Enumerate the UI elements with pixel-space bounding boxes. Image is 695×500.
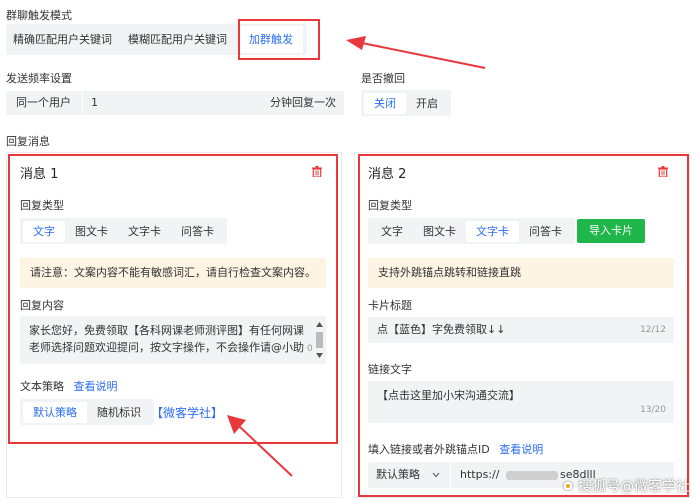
strategy-select[interactable]: 默认策略 xyxy=(376,462,420,488)
message-1-title: 消息 1 xyxy=(20,167,59,182)
message-1-content-counter: 0 xyxy=(307,344,313,354)
trigger-mode-fuzzy[interactable]: 模糊匹配用户关键词 xyxy=(120,24,235,55)
frequency-unit: 分钟回复一次 xyxy=(270,96,336,109)
frequency-scope[interactable]: 同一个用户 xyxy=(16,91,71,115)
message-2-type-text[interactable]: 文字 xyxy=(371,221,413,242)
message-1-tag[interactable]: 【微客学社】 xyxy=(151,404,223,421)
card-title-label: 卡片标题 xyxy=(368,299,412,312)
blurred-url-segment xyxy=(506,471,558,480)
message-1-type-text[interactable]: 文字 xyxy=(23,220,65,242)
message-2-reply-type-label: 回复类型 xyxy=(368,199,412,212)
reply-messages-label: 回复消息 xyxy=(6,135,50,148)
message-1-type-text-card[interactable]: 文字卡 xyxy=(118,221,171,242)
message-1-content-label: 回复内容 xyxy=(20,299,64,312)
message-1-strategy-label: 文本策略 查看说明 xyxy=(20,378,118,394)
message-2-type-image-card[interactable]: 图文卡 xyxy=(413,221,466,242)
message-1-delete-icon[interactable] xyxy=(312,166,322,177)
message-1-type-image-card[interactable]: 图文卡 xyxy=(65,221,118,242)
message-1-type-qa-card[interactable]: 问答卡 xyxy=(171,221,224,242)
message-1-strategy-help-link[interactable]: 查看说明 xyxy=(74,380,118,393)
watermark-text: 搜狐号@微客学社 xyxy=(578,479,690,495)
recall-off[interactable]: 关闭 xyxy=(364,92,406,114)
chevron-down-icon[interactable] xyxy=(432,472,440,478)
message-2-type-segment: 文字 图文卡 文字卡 问答卡 xyxy=(368,218,575,244)
message-2-title: 消息 2 xyxy=(368,167,407,182)
link-id-divider xyxy=(450,462,451,488)
message-2-type-qa-card[interactable]: 问答卡 xyxy=(519,221,572,242)
recall-segment: 关闭 开启 xyxy=(361,90,451,116)
sohu-logo-icon xyxy=(562,480,574,492)
message-1-content-textarea[interactable]: 家长您好，免费领取【各科网课老师测评图】有任何网课 老师选择问题欢迎提问，按文字… xyxy=(20,316,326,364)
message-1-strategy-random[interactable]: 随机标识 xyxy=(87,402,151,423)
link-id-label-row: 填入链接或者外跳锚点ID 查看说明 xyxy=(368,441,543,457)
message-1-type-segment: 文字 图文卡 文字卡 问答卡 xyxy=(20,218,227,244)
message-1-content-line-1: 家长您好，免费领取【各科网课老师测评图】有任何网课 xyxy=(29,324,304,337)
link-id-help-link[interactable]: 查看说明 xyxy=(499,443,543,456)
link-text-value: 【点击这里加小宋沟通交流】 xyxy=(377,389,520,402)
recall-label: 是否撤回 xyxy=(361,72,405,85)
message-1-strategy-label-text: 文本策略 xyxy=(20,380,64,393)
link-text-label: 链接文字 xyxy=(368,363,412,376)
message-1-content-scrollbar[interactable] xyxy=(315,320,324,360)
annotation-arrow-top xyxy=(346,36,486,69)
link-text-textarea[interactable]: 【点击这里加小宋沟通交流】 13/20 xyxy=(368,381,674,423)
message-1-notice: 请注意：文案内容不能有敏感词汇，请自行检查文案内容。 xyxy=(20,258,326,288)
import-card-button[interactable]: 导入卡片 xyxy=(577,219,645,243)
trigger-mode-label: 群聊触发模式 xyxy=(6,9,72,22)
url-prefix[interactable]: https:// xyxy=(460,462,499,488)
message-1-strategy-segment: 默认策略 随机标识 xyxy=(20,399,154,425)
frequency-label: 发送频率设置 xyxy=(6,72,72,85)
frequency-value-input[interactable]: 1 xyxy=(82,91,258,115)
card-title-input[interactable]: 点【蓝色】字免费领取↓↓ 12/12 xyxy=(368,317,674,343)
message-2-delete-icon[interactable] xyxy=(658,166,668,177)
link-text-counter: 13/20 xyxy=(640,405,666,415)
annotation-box-trigger xyxy=(238,19,320,60)
card-title-counter: 12/12 xyxy=(640,325,666,335)
recall-on[interactable]: 开启 xyxy=(406,93,448,114)
card-title-value: 点【蓝色】字免费领取↓↓ xyxy=(377,323,506,336)
annotation-arrow-bottom xyxy=(227,415,293,477)
message-1-reply-type-label: 回复类型 xyxy=(20,199,64,212)
link-id-label: 填入链接或者外跳锚点ID xyxy=(368,443,490,456)
watermark: 搜狐号@微客学社 xyxy=(562,476,690,496)
message-1-content-line-2: 老师选择问题欢迎提问，按文字操作，不会操作请@小助 xyxy=(29,341,304,354)
message-2-notice: 支持外跳锚点跳转和链接直跳 xyxy=(368,258,674,288)
message-1-strategy-default[interactable]: 默认策略 xyxy=(23,401,87,423)
message-2-type-text-card[interactable]: 文字卡 xyxy=(466,220,519,242)
frequency-row: 同一个用户 1 分钟回复一次 xyxy=(6,91,344,115)
trigger-mode-exact[interactable]: 精确匹配用户关键词 xyxy=(10,24,120,55)
